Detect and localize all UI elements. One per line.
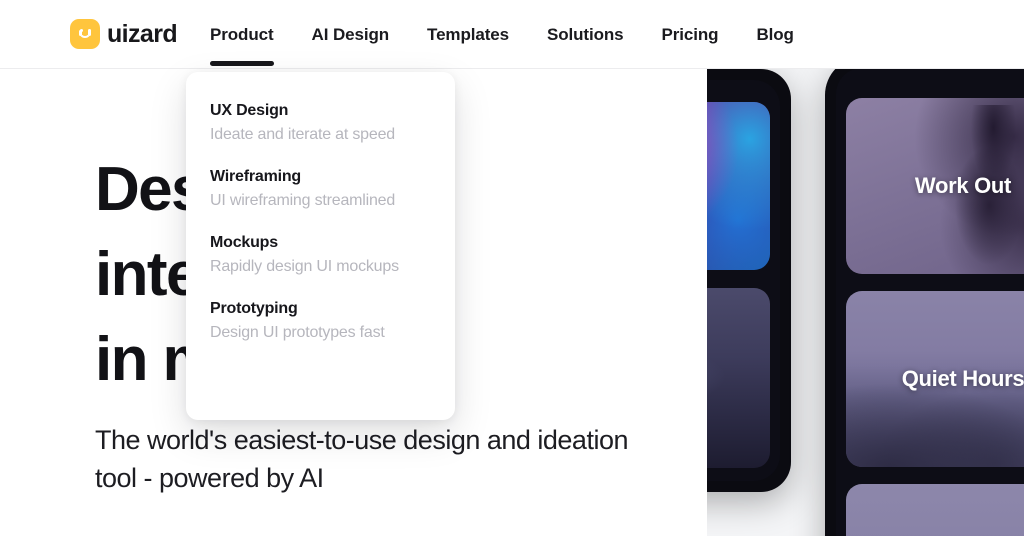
hero-subtitle: The world's easiest-to-use design and id… <box>95 425 628 494</box>
nav-item-label: Blog <box>756 24 794 44</box>
main-nav: Product AI Design Templates Solutions Pr… <box>205 0 813 69</box>
showcase-card-quiet-hours: Quiet Hours <box>846 291 1024 467</box>
card-art-dim <box>707 288 770 468</box>
product-dropdown-menu: UX Design Ideate and iterate at speed Wi… <box>186 72 455 420</box>
dropdown-item-subtitle: Design UI prototypes fast <box>210 324 385 341</box>
nav-item-ai-design[interactable]: AI Design <box>293 0 409 69</box>
nav-item-blog[interactable]: Blog <box>737 0 812 69</box>
nav-item-label: Templates <box>427 24 509 44</box>
nav-item-solutions[interactable]: Solutions <box>528 0 643 69</box>
showcase-card-work-out: Work Out <box>846 98 1024 274</box>
dropdown-item-ux-design[interactable]: UX Design Ideate and iterate at speed <box>210 102 455 144</box>
nav-item-label: Solutions <box>546 24 624 44</box>
dropdown-item-title: Mockups <box>210 234 278 251</box>
card-art-beach <box>846 484 1024 536</box>
showcase-card: ✦ <box>707 102 770 270</box>
dropdown-item-title: Prototyping <box>210 300 298 317</box>
dropdown-item-mockups[interactable]: Mockups Rapidly design UI mockups <box>210 234 455 276</box>
phone-mockup-left: ✦ <box>707 69 791 492</box>
phone-screen-left: ✦ <box>707 80 780 481</box>
phone-mockup-right: Work Out Quiet Hours Beach Vibes <box>825 69 1024 536</box>
showcase-card-label: Quiet Hours <box>901 366 1024 391</box>
dropdown-item-prototyping[interactable]: Prototyping Design UI prototypes fast <box>210 300 455 342</box>
phone-screen-right: Work Out Quiet Hours Beach Vibes <box>836 69 1024 536</box>
nav-item-label: AI Design <box>311 24 390 44</box>
dropdown-item-subtitle: Rapidly design UI mockups <box>210 258 399 275</box>
uizard-smiley-logo-icon <box>70 19 100 49</box>
brand-logo[interactable]: uizard <box>70 19 178 49</box>
brand-name: uizard <box>107 19 178 48</box>
page-root: ✦ Work Out Quiet Hours <box>0 0 1024 536</box>
showcase-card <box>707 288 770 468</box>
dropdown-item-title: UX Design <box>210 102 289 119</box>
hero-showcase-panel: ✦ Work Out Quiet Hours <box>707 69 1024 536</box>
nav-item-label: Product <box>210 24 274 44</box>
dropdown-item-wireframing[interactable]: Wireframing UI wireframing streamlined <box>210 168 455 210</box>
showcase-card-beach-vibes: Beach Vibes <box>846 484 1024 536</box>
nav-item-label: Pricing <box>661 24 719 44</box>
nav-item-pricing[interactable]: Pricing <box>643 0 738 69</box>
nav-item-product[interactable]: Product <box>205 0 293 69</box>
dropdown-item-title: Wireframing <box>210 168 302 185</box>
showcase-card-label: Work Out <box>914 173 1012 198</box>
card-art-neon: ✦ <box>707 102 770 270</box>
nav-item-templates[interactable]: Templates <box>408 0 528 69</box>
site-header: uizard Product AI Design Templates Solut… <box>0 0 1024 69</box>
logo-smile-icon <box>79 29 91 38</box>
dropdown-item-subtitle: Ideate and iterate at speed <box>210 126 395 143</box>
dropdown-item-subtitle: UI wireframing streamlined <box>210 192 396 209</box>
